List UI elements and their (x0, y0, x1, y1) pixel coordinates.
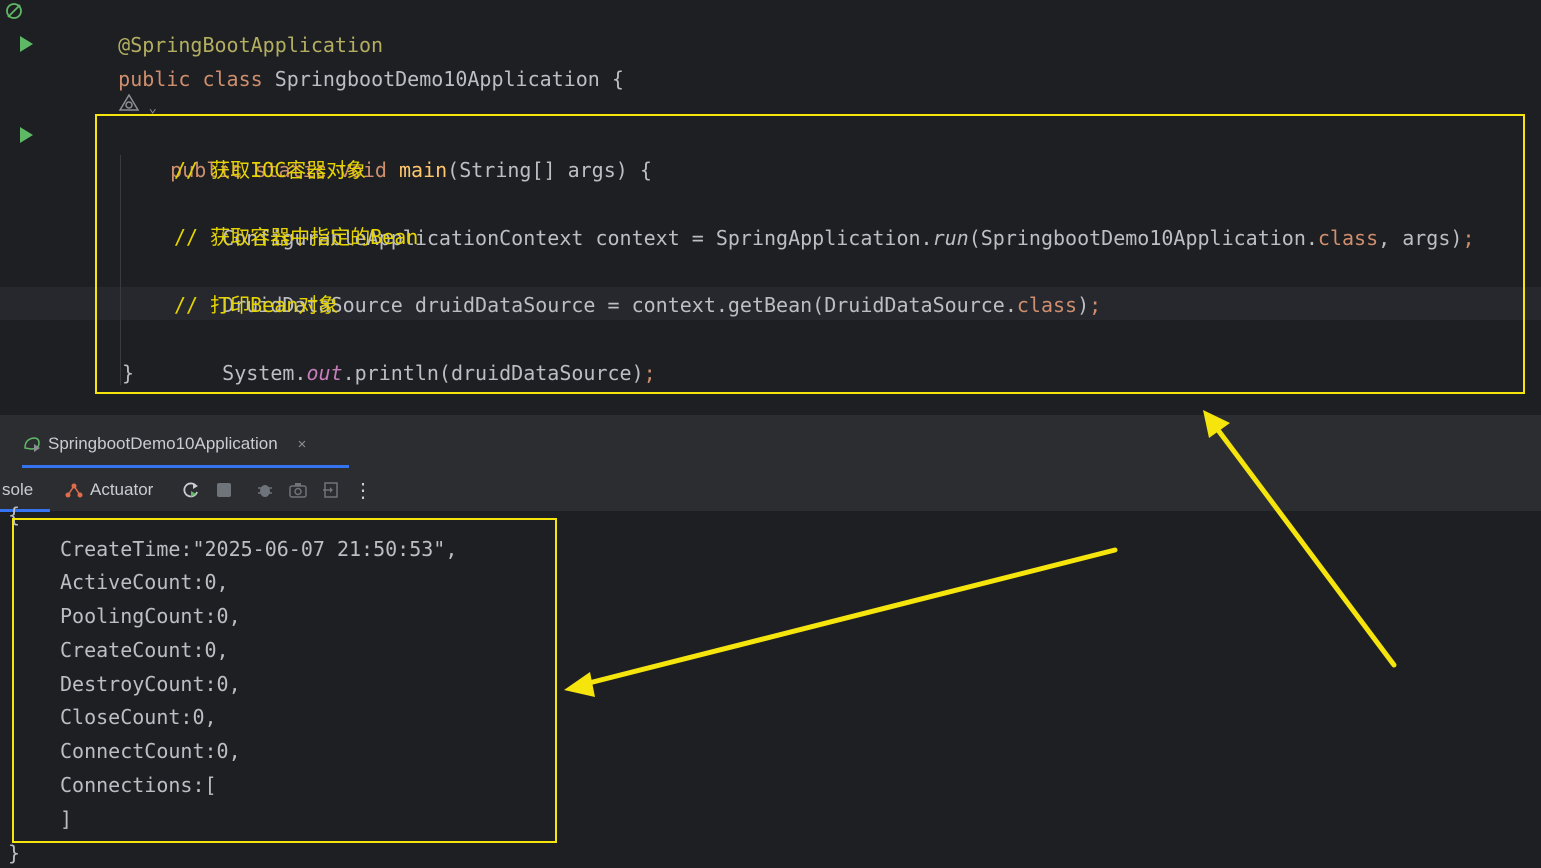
actuator-tab[interactable]: Actuator (64, 478, 153, 502)
rerun-icon[interactable] (181, 480, 201, 500)
camera-icon[interactable] (288, 480, 308, 500)
run-tool-window-header: SpringbootDemo10Application × (0, 414, 1541, 468)
keyword-public: public (118, 67, 191, 91)
code-editor[interactable]: @SpringBootApplication public class Spri… (0, 0, 1541, 414)
run-main-icon[interactable] (20, 127, 33, 143)
debug-icon[interactable] (255, 480, 275, 500)
stop-icon[interactable] (214, 480, 234, 500)
ai-assistant-icon (118, 93, 140, 111)
run-tab[interactable]: SpringbootDemo10Application × (22, 431, 306, 457)
code-line-annotation[interactable]: @SpringBootApplication (70, 0, 383, 57)
class-name: SpringbootDemo10Application (274, 67, 600, 91)
editor-gutter (0, 0, 62, 414)
close-icon[interactable]: × (298, 436, 307, 453)
code-vision-hint[interactable]: ⌄ (118, 93, 157, 116)
run-class-icon[interactable] (20, 36, 33, 52)
more-options-icon[interactable]: ⋮ (353, 478, 373, 502)
code-line-class-declaration[interactable]: public class SpringbootDemo10Application… (70, 28, 624, 91)
highlight-box-console-output (12, 518, 557, 843)
run-toolbar: sole Actuator ⋮ (0, 468, 1541, 512)
spring-bean-icon[interactable] (4, 1, 24, 21)
console-tab-label: sole (2, 480, 34, 499)
run-tab-label: SpringbootDemo10Application (48, 434, 278, 453)
highlight-box-main-method (95, 114, 1525, 394)
actuator-icon (65, 483, 83, 498)
keyword-class: class (202, 67, 263, 91)
exit-icon[interactable] (321, 480, 341, 500)
open-brace: { (611, 67, 624, 91)
spring-boot-run-icon (24, 437, 40, 452)
actuator-tab-label: Actuator (90, 480, 154, 499)
